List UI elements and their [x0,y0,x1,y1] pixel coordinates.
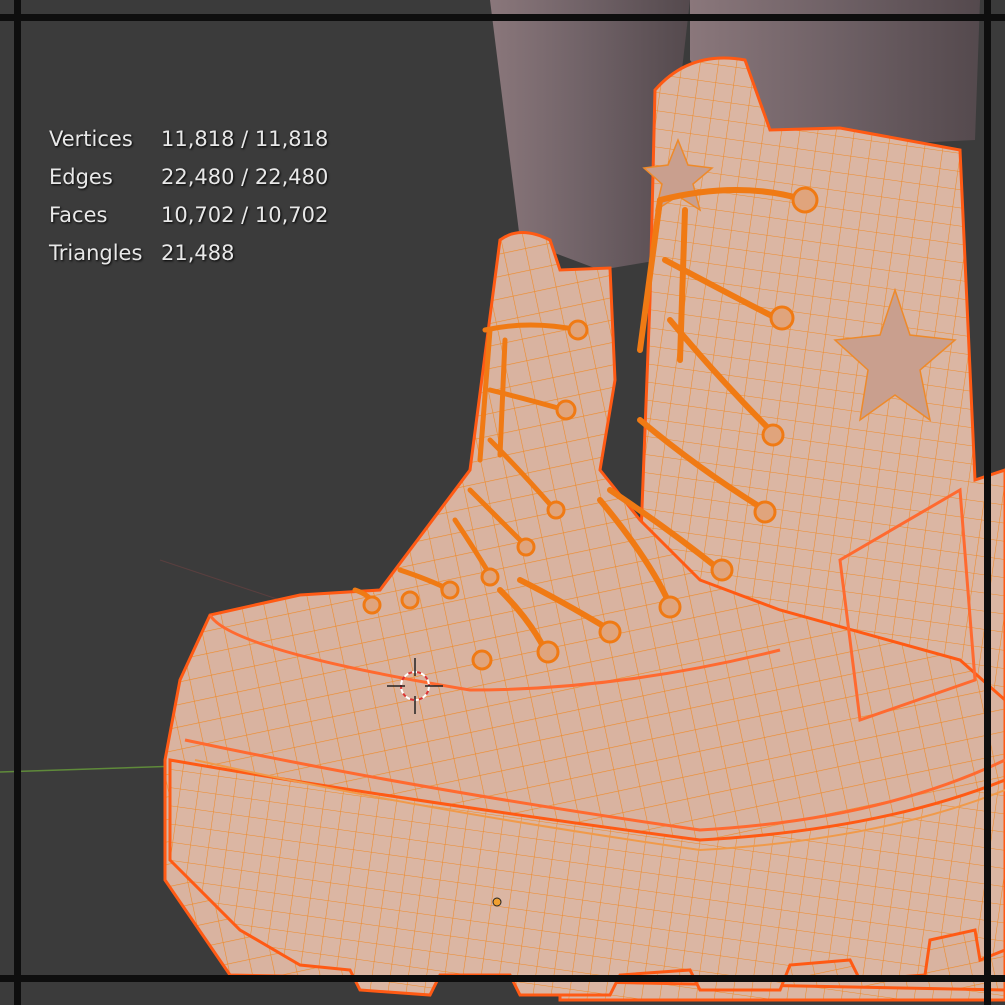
stat-label: Vertices [49,127,133,151]
stat-row-triangles: Triangles 21,488 [49,234,328,272]
stat-row-vertices: Vertices 11,818 / 11,818 [49,120,328,158]
statistics-overlay: Vertices 11,818 / 11,818 Edges 22,480 / … [49,120,328,272]
grid-x-axis [0,765,181,773]
camera-frame-right [984,0,991,1005]
stat-row-faces: Faces 10,702 / 10,702 [49,196,328,234]
stat-value: 21,488 [161,241,235,265]
camera-frame-left [14,0,21,1005]
camera-frame-top [0,14,1005,21]
stat-label: Faces [49,203,108,227]
3d-viewport[interactable]: Vertices 11,818 / 11,818 Edges 22,480 / … [0,0,1005,1005]
stat-value: 22,480 / 22,480 [161,165,329,189]
stat-value: 11,818 / 11,818 [161,127,329,151]
origin-point-icon[interactable] [492,897,502,907]
stat-value: 10,702 / 10,702 [161,203,329,227]
stat-label: Triangles [49,241,143,265]
stat-label: Edges [49,165,113,189]
stat-row-edges: Edges 22,480 / 22,480 [49,158,328,196]
camera-frame-bottom [0,975,1005,982]
